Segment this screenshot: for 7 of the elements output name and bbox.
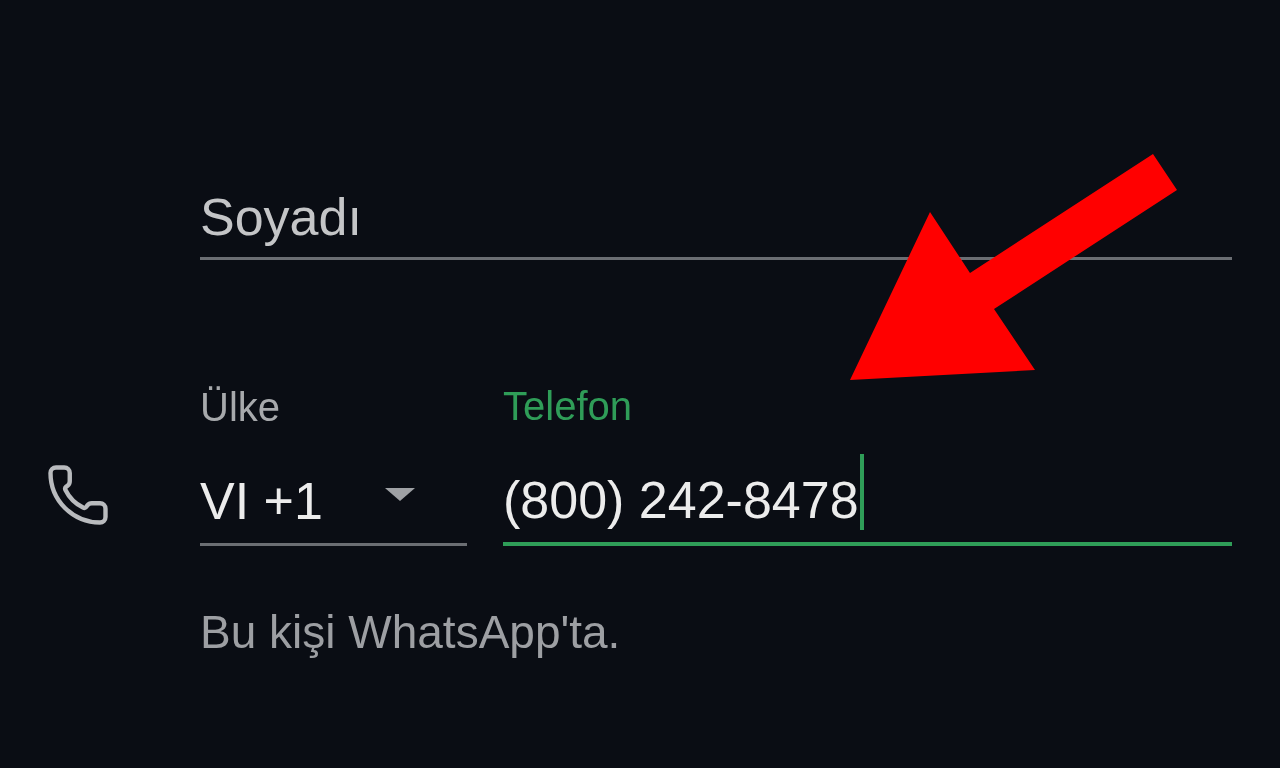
country-dropdown[interactable]: VI +1	[200, 447, 467, 546]
phone-label: Telefon	[503, 383, 632, 429]
phone-field[interactable]: (800) 242-8478	[503, 446, 1232, 546]
whatsapp-status-text: Bu kişi WhatsApp'ta.	[200, 606, 621, 659]
country-label: Ülke	[200, 384, 281, 430]
phone-icon	[45, 462, 111, 528]
caret-icon	[385, 488, 415, 501]
